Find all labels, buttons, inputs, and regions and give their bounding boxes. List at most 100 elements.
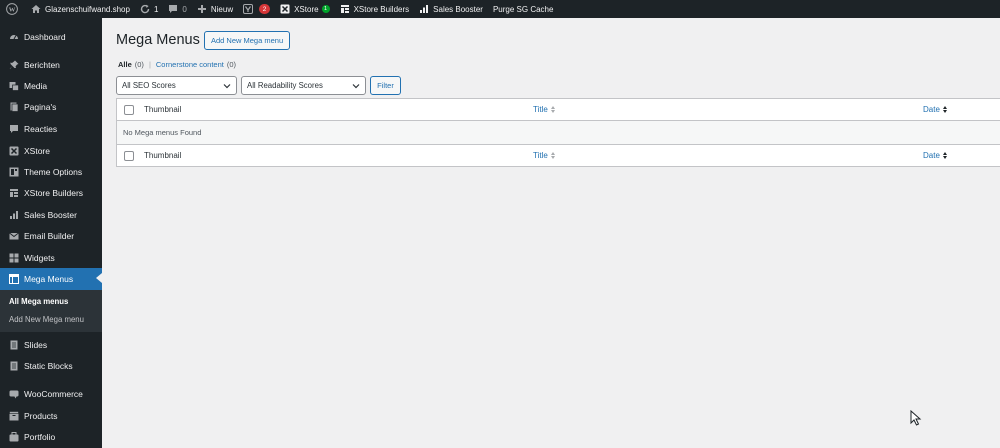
seo-score-select[interactable]: All SEO Scores xyxy=(116,76,237,95)
purge-cache-link[interactable]: Purge SG Cache xyxy=(488,0,558,18)
main-content: Mega Menus Add New Mega menu Alle (0) | … xyxy=(102,18,1000,448)
home-icon xyxy=(31,4,41,14)
email-icon xyxy=(8,230,19,241)
sidebar-item-reacties[interactable]: Reacties xyxy=(0,118,102,139)
seo-score-selected: All SEO Scores xyxy=(122,81,176,90)
view-all-link[interactable]: Alle xyxy=(118,60,132,69)
mega-menus-table: Thumbnail Title Date No Mega menus Found… xyxy=(116,98,1000,167)
sidebar-item-sales-booster[interactable]: Sales Booster xyxy=(0,204,102,225)
woo-icon xyxy=(8,388,19,399)
updates-count: 1 xyxy=(153,4,159,14)
sidebar-item-products[interactable]: Products xyxy=(0,405,102,426)
column-title-sort-footer[interactable]: Title xyxy=(533,151,555,160)
submenu-add-new-mega-menu[interactable]: Add New Mega menu xyxy=(9,315,84,324)
sort-arrows-icon xyxy=(942,106,947,114)
static-blocks-icon xyxy=(8,360,19,371)
sidebar-item-label: Email Builder xyxy=(24,230,75,241)
widgets-icon xyxy=(8,252,19,263)
sidebar-item-label: Widgets xyxy=(24,252,55,263)
sidebar-item-label: Portfolio xyxy=(24,431,56,442)
column-date-sort[interactable]: Date xyxy=(923,105,947,114)
comments-count: 0 xyxy=(182,4,187,14)
comments-link[interactable]: 0 xyxy=(163,0,191,18)
sales-booster-link[interactable]: Sales Booster xyxy=(414,0,488,18)
sidebar-item-media[interactable]: Media xyxy=(0,75,102,96)
table-footer-row: Thumbnail Title Date xyxy=(117,144,1000,167)
sidebar-item-berichten[interactable]: Berichten xyxy=(0,54,102,75)
xstore-builders-link[interactable]: XStore Builders xyxy=(335,0,415,18)
mouse-cursor-icon xyxy=(910,410,922,426)
table-empty-row: No Mega menus Found xyxy=(117,121,1000,144)
sidebar-item-woocommerce[interactable]: WooCommerce xyxy=(0,383,102,404)
readability-score-selected: All Readability Scores xyxy=(247,81,323,90)
products-icon xyxy=(8,410,19,421)
sidebar-item-mega-menus[interactable]: Mega Menus xyxy=(0,268,102,290)
media-icon xyxy=(8,80,19,91)
sidebar-item-slides[interactable]: Slides xyxy=(0,334,102,355)
admin-sidebar: Dashboard Berichten Media Pagina's React… xyxy=(0,18,102,448)
dashboard-icon xyxy=(8,31,19,42)
view-all-count: (0) xyxy=(134,60,144,69)
mega-menu-icon xyxy=(8,274,19,285)
sidebar-item-label: Products xyxy=(24,410,58,421)
sidebar-item-email-builder[interactable]: Email Builder xyxy=(0,225,102,246)
column-date-sort-footer[interactable]: Date xyxy=(923,151,947,160)
submenu-all-mega-menus[interactable]: All Mega menus xyxy=(9,297,68,306)
add-new-mega-menu-button[interactable]: Add New Mega menu xyxy=(204,31,291,50)
wordpress-icon: W xyxy=(6,3,18,15)
page-title: Mega Menus xyxy=(116,32,200,48)
portfolio-icon xyxy=(8,431,19,442)
sidebar-item-label: Pagina's xyxy=(24,101,57,112)
sort-arrows-icon xyxy=(550,152,555,160)
sidebar-item-paginas[interactable]: Pagina's xyxy=(0,96,102,117)
filter-button[interactable]: Filter xyxy=(370,76,401,95)
page-icon xyxy=(8,101,19,112)
site-name: Glazenschuifwand.shop xyxy=(45,4,130,14)
sidebar-item-label: Mega Menus xyxy=(24,274,74,284)
yoast-icon xyxy=(243,4,254,14)
sidebar-item-xstore[interactable]: XStore xyxy=(0,140,102,161)
sidebar-item-dashboard[interactable]: Dashboard xyxy=(0,26,102,47)
bar-chart-icon xyxy=(8,209,19,220)
column-title-label: Title xyxy=(533,105,548,114)
column-thumbnail: Thumbnail xyxy=(144,105,182,114)
sidebar-item-theme-options[interactable]: Theme Options xyxy=(0,161,102,182)
sidebar-item-widgets[interactable]: Widgets xyxy=(0,247,102,268)
wordpress-logo-button[interactable]: W xyxy=(0,0,26,18)
purge-cache-label: Purge SG Cache xyxy=(492,4,554,14)
xstore-icon xyxy=(8,145,19,156)
sidebar-item-static-blocks[interactable]: Static Blocks xyxy=(0,355,102,376)
sidebar-item-portfolio[interactable]: Portfolio xyxy=(0,426,102,447)
builders-icon xyxy=(340,4,350,14)
column-date-label: Date xyxy=(923,105,940,114)
sidebar-item-label: Dashboard xyxy=(24,31,66,42)
svg-text:W: W xyxy=(9,6,16,13)
site-name-link[interactable]: Glazenschuifwand.shop xyxy=(26,0,135,18)
xstore-link[interactable]: XStore 1 xyxy=(275,0,334,18)
table-header-row: Thumbnail Title Date xyxy=(117,99,1000,121)
builders-icon xyxy=(8,187,19,198)
new-content-link[interactable]: Nieuw xyxy=(192,0,238,18)
column-title-sort[interactable]: Title xyxy=(533,105,555,114)
sidebar-item-xstore-builders[interactable]: XStore Builders xyxy=(0,182,102,203)
chevron-down-icon xyxy=(352,84,360,89)
select-all-checkbox[interactable] xyxy=(124,105,134,115)
yoast-badge: 2 xyxy=(259,4,271,14)
sidebar-item-label: Theme Options xyxy=(24,166,83,177)
readability-score-select[interactable]: All Readability Scores xyxy=(241,76,366,95)
yoast-seo-link[interactable]: 2 xyxy=(238,0,275,18)
view-separator: | xyxy=(148,60,151,69)
view-cornerstone-link[interactable]: Cornerstone content xyxy=(156,60,224,69)
sidebar-item-label: XStore Builders xyxy=(24,187,84,198)
select-all-checkbox-footer[interactable] xyxy=(124,151,134,161)
plus-icon xyxy=(197,4,207,14)
empty-message: No Mega menus Found xyxy=(123,128,202,137)
column-date-label: Date xyxy=(923,151,940,160)
xstore-builders-label: XStore Builders xyxy=(353,4,410,14)
updates-link[interactable]: 1 xyxy=(135,0,163,18)
sidebar-item-label: Slides xyxy=(24,339,48,350)
bar-chart-icon xyxy=(419,4,429,14)
sidebar-item-label: Media xyxy=(24,80,48,91)
new-label: Nieuw xyxy=(210,4,234,14)
xstore-icon xyxy=(280,4,290,14)
